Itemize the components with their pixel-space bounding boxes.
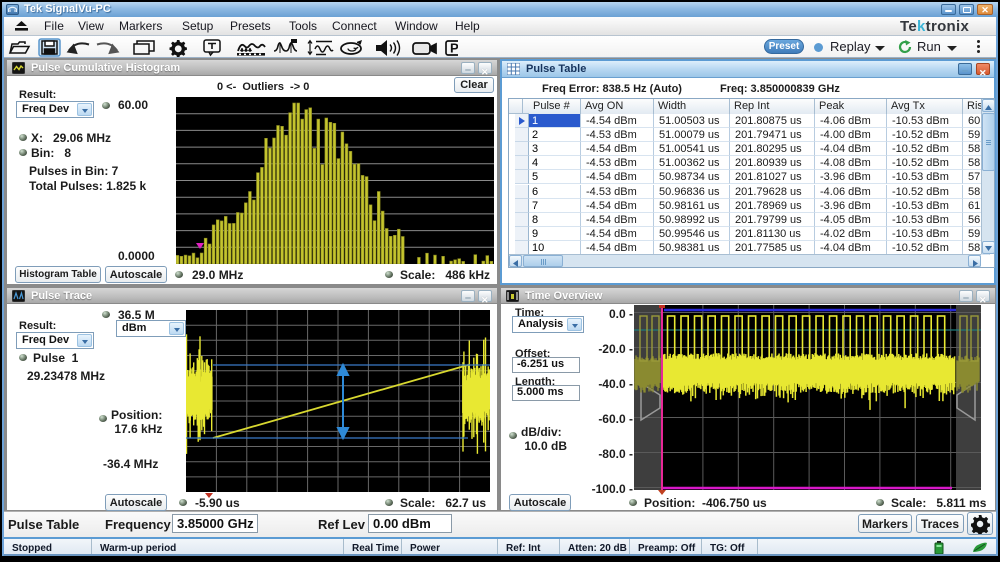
svg-text:P: P (450, 41, 458, 56)
